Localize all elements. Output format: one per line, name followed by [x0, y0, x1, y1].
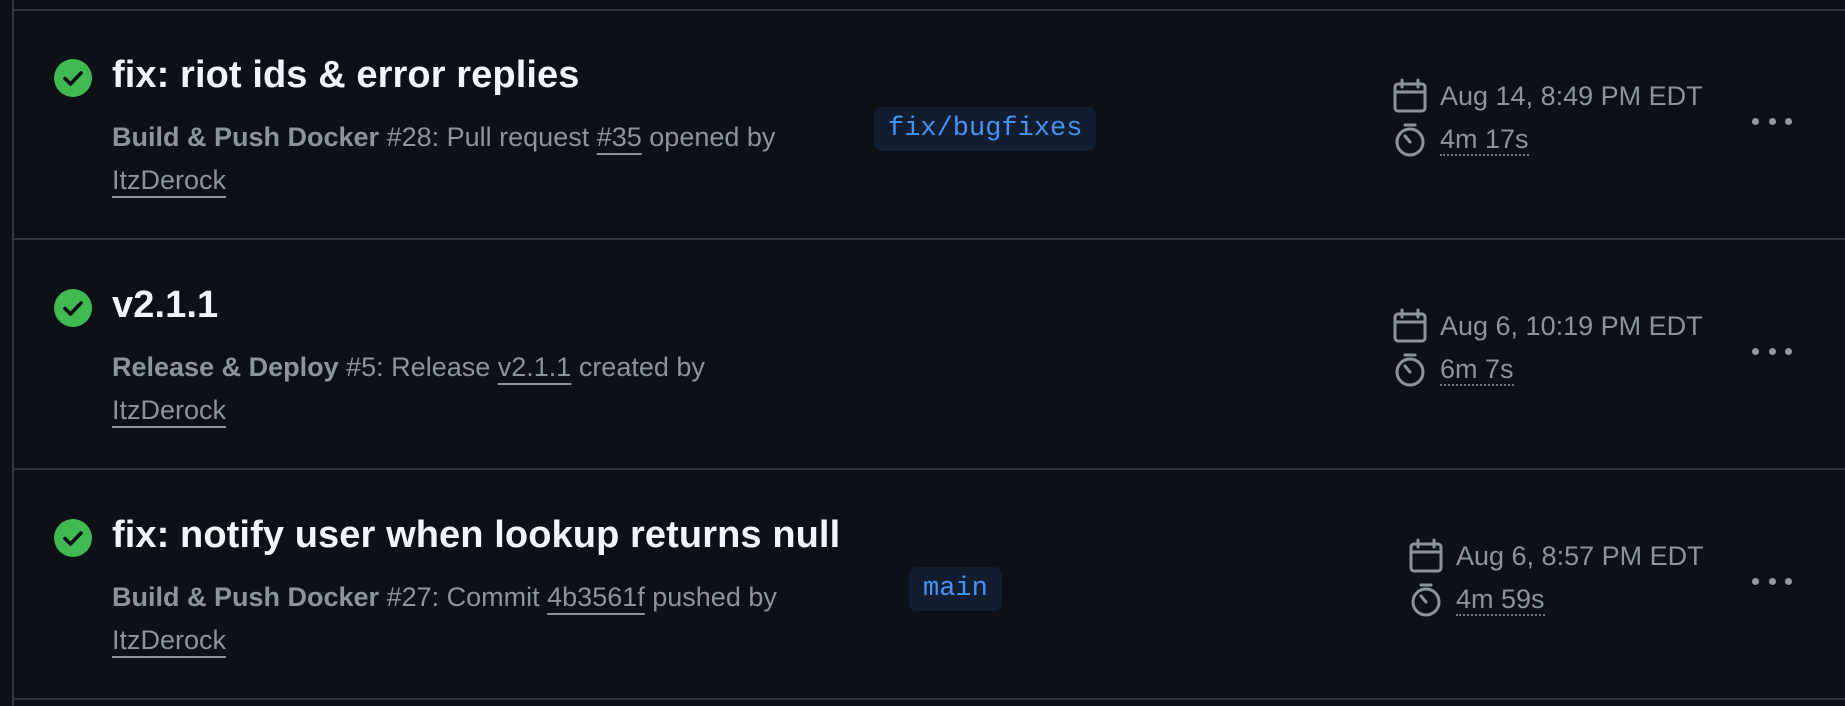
calendar-icon	[1409, 538, 1443, 573]
run-number: #27	[386, 582, 432, 612]
kebab-dot	[1752, 577, 1759, 585]
run-menu-button[interactable]	[1748, 336, 1796, 366]
event-suffix: pushed by	[644, 582, 777, 612]
kebab-dot	[1785, 347, 1792, 355]
kebab-dot	[1785, 117, 1792, 125]
run-timing: Aug 14, 8:49 PM EDT 4m 17s	[1392, 74, 1703, 162]
actor-link[interactable]: ItzDerock	[112, 165, 226, 195]
calendar-icon	[1393, 308, 1427, 343]
run-duration[interactable]: 4m 59s	[1456, 584, 1545, 616]
stopwatch-icon	[1395, 123, 1425, 157]
run-date: Aug 14, 8:49 PM EDT	[1440, 80, 1703, 111]
kebab-dot	[1768, 117, 1776, 125]
event-prefix: : Release	[376, 352, 498, 382]
run-title[interactable]: v2.1.1	[112, 284, 218, 327]
event-prefix: : Pull request	[431, 122, 597, 152]
run-timing: Aug 6, 8:57 PM EDT 4m 59s	[1408, 534, 1704, 622]
branch-badge[interactable]: fix/bugfixes	[874, 107, 1097, 151]
event-prefix: : Commit	[431, 582, 548, 612]
check-circle-fill-icon	[54, 519, 92, 557]
pull-request-link[interactable]: #35	[597, 122, 642, 152]
calendar-icon	[1393, 78, 1427, 113]
check-circle-fill-icon	[54, 59, 92, 97]
workflow-name: Release & Deploy	[112, 352, 339, 382]
event-suffix: created by	[571, 352, 705, 382]
check-circle-fill-icon	[54, 289, 92, 327]
branch-badge[interactable]: main	[909, 567, 1002, 611]
workflow-run-row[interactable]: v2.1.1 Release & Deploy #5: Release v2.1…	[14, 241, 1845, 470]
workflow-run-row[interactable]: fix: notify user when lookup returns nul…	[14, 471, 1845, 700]
run-description: Build & Push Docker #28: Pull request #3…	[112, 116, 792, 202]
kebab-dot	[1752, 347, 1759, 355]
commit-link[interactable]: 4b3561f	[547, 582, 645, 612]
stopwatch-icon	[1395, 353, 1425, 387]
workflow-name: Build & Push Docker	[112, 122, 380, 152]
run-menu-button[interactable]	[1748, 566, 1796, 596]
run-description: Build & Push Docker #27: Commit 4b3561f …	[112, 576, 792, 662]
run-timing: Aug 6, 10:19 PM EDT 6m 7s	[1392, 304, 1703, 392]
workflow-name: Build & Push Docker	[112, 582, 380, 612]
run-duration[interactable]: 6m 7s	[1440, 354, 1514, 386]
event-suffix: opened by	[641, 122, 776, 152]
run-number: #5	[346, 352, 377, 382]
actor-link[interactable]: ItzDerock	[112, 625, 226, 655]
run-menu-button[interactable]	[1748, 106, 1796, 136]
run-description: Release & Deploy #5: Release v2.1.1 crea…	[112, 346, 792, 432]
kebab-dot	[1768, 577, 1776, 585]
run-date: Aug 6, 10:19 PM EDT	[1440, 310, 1703, 341]
workflow-runs-list: fix: riot ids & error replies Build & Pu…	[12, 0, 1845, 706]
actor-link[interactable]: ItzDerock	[112, 395, 226, 425]
run-date: Aug 6, 8:57 PM EDT	[1456, 540, 1704, 571]
release-link[interactable]: v2.1.1	[498, 352, 572, 382]
workflow-run-row[interactable]: fix: riot ids & error replies Build & Pu…	[14, 11, 1845, 240]
kebab-dot	[1768, 347, 1776, 355]
stopwatch-icon	[1411, 583, 1441, 617]
kebab-dot	[1785, 577, 1792, 585]
run-duration[interactable]: 4m 17s	[1440, 124, 1529, 156]
kebab-dot	[1752, 117, 1759, 125]
run-number: #28	[386, 122, 432, 152]
run-title[interactable]: fix: riot ids & error replies	[112, 54, 579, 97]
run-title[interactable]: fix: notify user when lookup returns nul…	[112, 514, 840, 557]
